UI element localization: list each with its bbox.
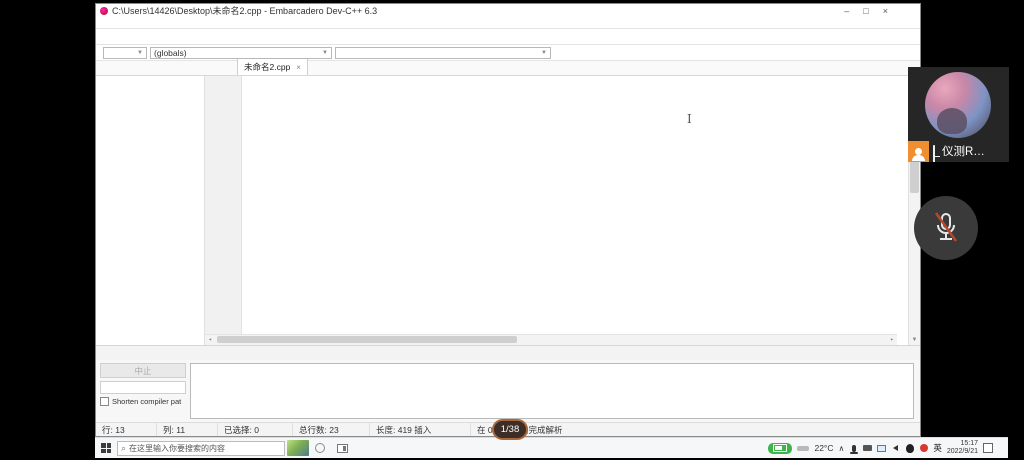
main-toolbar bbox=[96, 28, 920, 45]
temperature-label[interactable]: 22°C bbox=[814, 443, 833, 453]
maximize-button[interactable]: □ bbox=[863, 6, 868, 16]
tray-volume-icon[interactable] bbox=[891, 444, 900, 453]
members-combo[interactable]: ▼ bbox=[335, 47, 551, 59]
clock[interactable]: 15:17 2022/9/21 bbox=[947, 440, 978, 456]
battery-icon bbox=[773, 444, 787, 452]
task-view-button[interactable] bbox=[331, 438, 353, 458]
tab-row: 未命名2.cpp × bbox=[96, 61, 920, 76]
close-tab-icon[interactable]: × bbox=[296, 63, 301, 72]
editor-tab[interactable]: 未命名2.cpp × bbox=[237, 58, 308, 75]
time-label: 15:17 bbox=[960, 440, 978, 447]
cortana-button[interactable] bbox=[309, 438, 331, 458]
mute-microphone-button[interactable] bbox=[914, 196, 978, 260]
devcpp-app-icon bbox=[100, 7, 108, 15]
windows-logo-icon bbox=[101, 443, 111, 453]
search-icon: ⌕ bbox=[121, 443, 126, 454]
news-weather-widget[interactable] bbox=[287, 440, 309, 456]
title-bar[interactable]: C:\Users\14426\Desktop\未命名2.cpp - Embarc… bbox=[96, 4, 920, 17]
status-length-insert: 长度: 419 插入 bbox=[370, 423, 471, 436]
tray-microphone-icon[interactable] bbox=[849, 444, 858, 453]
participant-avatar bbox=[925, 72, 991, 138]
task-view-icon bbox=[337, 444, 348, 453]
class-toolbar: ▼ (globals) ▼ ▼ bbox=[96, 45, 920, 61]
action-center-icon[interactable] bbox=[983, 443, 993, 453]
compile-progress-bar bbox=[100, 381, 186, 394]
horizontal-scroll-thumb[interactable] bbox=[217, 336, 517, 343]
cortana-icon bbox=[315, 443, 325, 453]
menu-bar bbox=[96, 17, 920, 28]
taskbar-search-input[interactable]: ⌕ 在这里输入你要搜索的内容 bbox=[117, 441, 285, 456]
close-button[interactable]: × bbox=[883, 6, 888, 16]
minimize-button[interactable]: – bbox=[844, 6, 849, 16]
meeting-participant-tile[interactable]: 仪测R… bbox=[908, 67, 1009, 162]
horizontal-scrollbar[interactable]: ◂ ▸ bbox=[205, 334, 897, 345]
abort-button[interactable]: 中止 bbox=[100, 363, 186, 378]
start-button[interactable] bbox=[95, 438, 117, 458]
project-panel[interactable] bbox=[96, 76, 205, 345]
bottom-panel-tabs bbox=[96, 345, 920, 360]
taskbar: ⌕ 在这里输入你要搜索的内容 22°C ∧ 英 15:17 2022/9/21 bbox=[95, 437, 1008, 458]
code-editor[interactable]: ◂ ▸ I bbox=[205, 76, 908, 345]
screen: C:\Users\14426\Desktop\未命名2.cpp - Embarc… bbox=[0, 0, 1024, 460]
person-icon bbox=[915, 148, 922, 155]
chevron-down-icon: ▼ bbox=[541, 50, 547, 56]
scroll-left-icon[interactable]: ◂ bbox=[205, 335, 215, 345]
shorten-paths-checkbox[interactable]: Shorten compiler pat bbox=[100, 397, 186, 406]
chevron-down-icon: ▼ bbox=[322, 50, 328, 56]
chevron-down-icon: ▼ bbox=[137, 50, 143, 56]
compile-log-output[interactable] bbox=[190, 363, 914, 419]
participant-mic-icon bbox=[933, 146, 940, 157]
status-total-lines: 总行数: 23 bbox=[293, 423, 370, 436]
page-indicator-badge: 1/38 bbox=[492, 419, 528, 440]
muted-microphone-icon bbox=[929, 209, 963, 247]
scroll-down-icon[interactable]: ▼ bbox=[909, 335, 920, 345]
window-title: C:\Users\14426\Desktop\未命名2.cpp - Embarc… bbox=[112, 4, 844, 17]
input-method-indicator[interactable]: 英 bbox=[933, 442, 942, 454]
status-line: 行: 13 bbox=[96, 423, 157, 436]
date-label: 2022/9/21 bbox=[947, 448, 978, 455]
tray-chevron-icon[interactable]: ∧ bbox=[838, 444, 844, 453]
compile-log-panel: 中止 Shorten compiler pat bbox=[96, 360, 920, 422]
tray-qq-icon[interactable] bbox=[905, 444, 914, 453]
globals-combo[interactable]: (globals) ▼ bbox=[150, 47, 332, 59]
member-badge-icon bbox=[908, 141, 929, 162]
scroll-right-icon[interactable]: ▸ bbox=[887, 335, 897, 345]
participant-name: 仪测R… bbox=[942, 143, 985, 159]
checkbox-icon[interactable] bbox=[100, 397, 109, 406]
tray-camera-icon[interactable] bbox=[863, 444, 872, 453]
status-column: 列: 11 bbox=[157, 423, 218, 436]
text-cursor: I bbox=[687, 112, 692, 126]
tray-red-app-icon[interactable] bbox=[919, 444, 928, 453]
battery-indicator[interactable] bbox=[768, 443, 792, 454]
tray-display-icon[interactable] bbox=[877, 444, 886, 453]
devcpp-window: C:\Users\14426\Desktop\未命名2.cpp - Embarc… bbox=[95, 3, 921, 437]
line-number-gutter bbox=[205, 76, 242, 335]
scope-combo[interactable]: ▼ bbox=[103, 47, 147, 59]
tray-widget bbox=[797, 446, 809, 451]
status-selected: 已选择: 0 bbox=[218, 423, 293, 436]
